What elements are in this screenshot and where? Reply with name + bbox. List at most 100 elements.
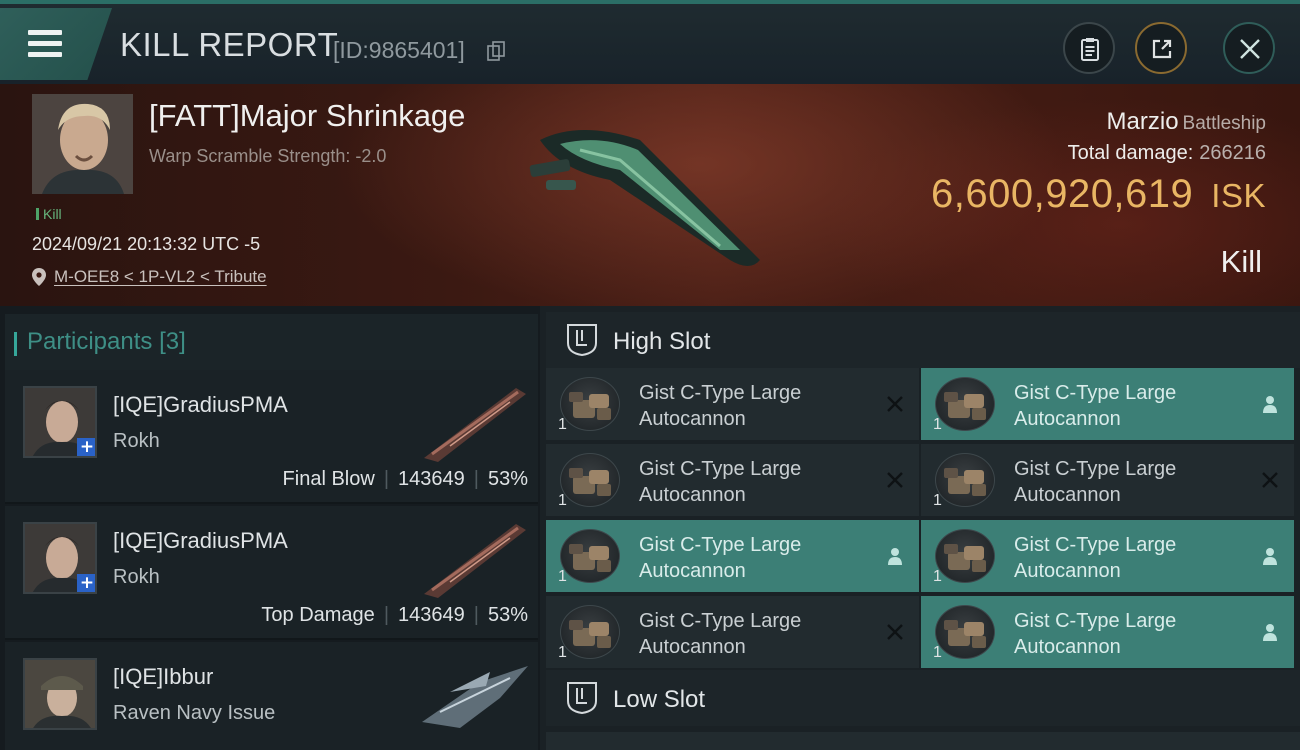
autocannon-icon (560, 377, 620, 431)
module-quantity: 1 (933, 492, 942, 509)
module-name: Gist C-Type Large Autocannon (1014, 610, 1177, 658)
module-quantity: 1 (933, 416, 942, 433)
participant-ship: Rokh (113, 566, 160, 588)
isk-value: 6,600,920,619 (930, 172, 1194, 216)
autocannon-icon (560, 453, 620, 507)
participants-header: Participants [3] (5, 314, 538, 370)
autocannon-icon (560, 529, 620, 583)
dropped-person-icon (1263, 624, 1277, 641)
plus-badge-icon: + (77, 574, 95, 592)
participant-portrait[interactable] (23, 658, 97, 730)
destroyed-x-icon (1262, 472, 1278, 488)
dropped-person-icon (888, 548, 902, 565)
module-name: Gist C-Type Large Autocannon (1014, 534, 1177, 582)
close-button[interactable] (1223, 22, 1275, 74)
participant-ship-image (422, 666, 528, 728)
victim-ship-line: Marzio Battleship (1107, 108, 1266, 136)
victim-portrait[interactable] (32, 94, 133, 194)
module-name: Gist C-Type Large Autocannon (639, 610, 802, 658)
participant-percent: 53% (487, 604, 528, 626)
module-quantity: 1 (933, 568, 942, 585)
menu-button[interactable] (0, 8, 112, 80)
module-name: Gist C-Type Large Autocannon (639, 382, 802, 430)
module-quantity: 1 (933, 644, 942, 661)
copy-icon[interactable] (487, 41, 505, 61)
participant-role: Final Blow (282, 468, 375, 490)
autocannon-icon (560, 605, 620, 659)
participant-name[interactable]: [IQE]Ibbur (113, 664, 213, 690)
module-slot[interactable]: 1 Gist C-Type Large Autocannon (921, 444, 1294, 516)
high-slot-header: High Slot (546, 312, 1300, 368)
low-slot-icon (567, 682, 597, 715)
participant-role: Top Damage (261, 604, 375, 626)
menu-icon (28, 30, 62, 58)
autocannon-icon (935, 529, 995, 583)
victim-ship-class: Battleship (1182, 113, 1266, 134)
module-quantity: 1 (558, 568, 567, 585)
autocannon-icon (935, 377, 995, 431)
low-slot-label: Low Slot (613, 686, 706, 713)
participant-portrait[interactable]: + (23, 386, 97, 458)
module-slot[interactable]: 1 Gist C-Type Large Autocannon (546, 368, 919, 440)
low-slot-header: Low Slot (546, 670, 1300, 726)
kill-datetime: 2024/09/21 20:13:32 UTC -5 (32, 234, 261, 254)
plus-badge-icon: + (77, 438, 95, 456)
module-slot[interactable]: 1 Gist C-Type Large Autocannon (921, 368, 1294, 440)
page-title: KILL REPORT (120, 26, 339, 63)
victim-banner: [FATT]Major Shrinkage Warp Scramble Stre… (0, 84, 1300, 306)
participant-stats: Top Damage | 143649 | 53% (261, 604, 528, 626)
report-id: [ID:9865401] (333, 37, 465, 63)
low-slot-modules (546, 732, 1300, 750)
victim-name[interactable]: [FATT]Major Shrinkage (149, 98, 465, 134)
participant-ship-image (424, 524, 526, 598)
destroyed-x-icon (887, 624, 903, 640)
participant-portrait[interactable]: + (23, 522, 97, 594)
participant-ship-image (424, 388, 526, 462)
participant-ship: Rokh (113, 430, 160, 452)
clipboard-icon (1081, 38, 1099, 61)
kill-location[interactable]: M-OEE8 < 1P-VL2 < Tribute (32, 267, 267, 287)
location-link[interactable]: M-OEE8 < 1P-VL2 < Tribute (54, 267, 267, 286)
participant-row[interactable]: + [IQE]GradiusPMA Rokh Final Blow | 143649… (5, 370, 538, 504)
destroyed-x-icon (887, 472, 903, 488)
report-result: Kill (1220, 244, 1262, 279)
kill-tag: Kill (36, 206, 62, 222)
victim-ship-image[interactable] (520, 110, 780, 280)
module-name: Gist C-Type Large Autocannon (639, 534, 802, 582)
autocannon-icon (935, 453, 995, 507)
module-name: Gist C-Type Large Autocannon (1014, 382, 1177, 430)
module-name: Gist C-Type Large Autocannon (1014, 458, 1177, 506)
module-slot[interactable]: 1 Gist C-Type Large Autocannon (546, 596, 919, 668)
participant-name[interactable]: [IQE]GradiusPMA (113, 392, 288, 418)
module-slot[interactable]: 1 Gist C-Type Large Autocannon (546, 520, 919, 592)
header-bar: KILL REPORT [ID:9865401] (0, 0, 1300, 84)
isk-value-line: 6,600,920,619 ISK (931, 172, 1266, 217)
destroyed-x-icon (887, 396, 903, 412)
clipboard-button[interactable] (1063, 22, 1115, 74)
participant-damage: 143649 (398, 468, 465, 490)
module-slot[interactable]: 1 Gist C-Type Large Autocannon (546, 444, 919, 516)
autocannon-icon (935, 605, 995, 659)
participant-row[interactable]: + [IQE]GradiusPMA Rokh Top Damage | 143649… (5, 506, 538, 640)
share-icon (1152, 39, 1172, 59)
participant-ship: Raven Navy Issue (113, 702, 276, 724)
high-slot-label: High Slot (613, 328, 711, 355)
victim-subtitle: Warp Scramble Strength: -2.0 (149, 146, 387, 166)
share-button[interactable] (1135, 22, 1187, 74)
participant-percent: 53% (487, 468, 528, 490)
participants-panel: Participants [3] + [IQE]GradiusPMA Rokh … (0, 306, 540, 750)
victim-ship-name[interactable]: Marzio (1107, 108, 1179, 135)
high-slot-icon (567, 324, 597, 357)
dropped-person-icon (1263, 548, 1277, 565)
location-pin-icon (32, 268, 46, 286)
close-icon (1240, 39, 1260, 59)
module-slot[interactable]: 1 Gist C-Type Large Autocannon (921, 520, 1294, 592)
participant-row[interactable]: [IQE]Ibbur Raven Navy Issue (5, 642, 538, 750)
module-name: Gist C-Type Large Autocannon (639, 458, 802, 506)
participant-damage: 143649 (398, 604, 465, 626)
module-slot[interactable]: 1 Gist C-Type Large Autocannon (921, 596, 1294, 668)
participants-count: [3] (159, 328, 186, 355)
participants-title: Participants [3] (14, 328, 186, 356)
isk-unit: ISK (1211, 177, 1266, 214)
participant-name[interactable]: [IQE]GradiusPMA (113, 528, 288, 554)
